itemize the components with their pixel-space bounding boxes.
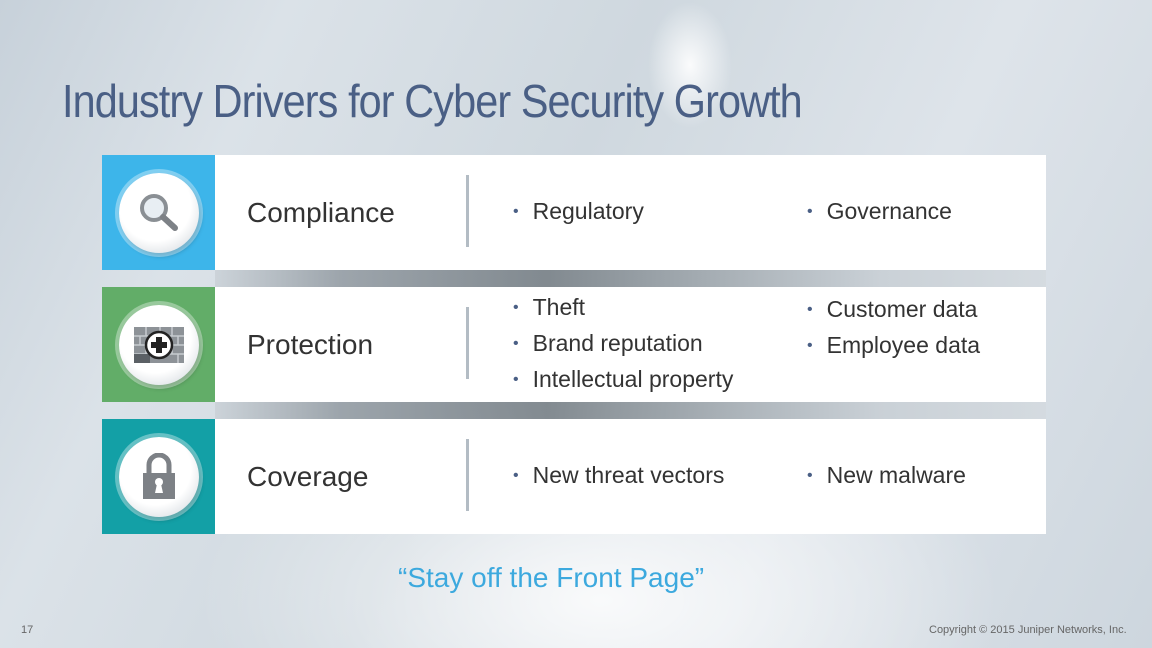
list-item: • Employee data (807, 331, 981, 358)
category-label: Compliance (247, 196, 395, 228)
page-number: 17 (21, 624, 34, 636)
driver-row-protection: Protection • Theft • Brand reputation • Int… (102, 287, 1046, 402)
driver-panel: Protection • Theft • Brand reputation • Int… (215, 287, 1046, 402)
driver-panel: Compliance • Regulatory • Governance (215, 155, 1046, 270)
list-item: • Intellectual property (513, 365, 734, 392)
divider (466, 175, 469, 247)
icon-tile-protection (102, 287, 215, 402)
list-item: • New threat vectors (513, 461, 725, 488)
divider (466, 439, 469, 511)
category-label: Coverage (247, 460, 369, 492)
list-item: • Customer data (807, 295, 978, 322)
tagline: “Stay off the Front Page” (398, 562, 705, 593)
list-item: • Regulatory (513, 197, 644, 224)
driver-list-primary: • Theft • Brand reputation • Intellectual p… (513, 291, 733, 399)
divider (466, 307, 469, 379)
row-separator (215, 402, 1046, 419)
category-label: Protection (247, 328, 374, 360)
driver-list-secondary: • New malware (807, 459, 966, 495)
driver-list-primary: • Regulatory (513, 195, 644, 231)
row-separator (215, 270, 1046, 287)
list-item: • Brand reputation (513, 329, 703, 356)
firewall-plus-icon (118, 304, 199, 385)
slide-title: Industry Drivers for Cyber Security Grow… (62, 75, 803, 127)
driver-panel: Coverage • New threat vectors • New malwar… (215, 419, 1046, 534)
driver-list-primary: • New threat vectors (513, 459, 724, 495)
driver-list-secondary: • Customer data • Employee data (807, 293, 980, 365)
list-item: • Theft (513, 293, 586, 320)
list-item: • Governance (807, 197, 952, 224)
copyright-notice: Copyright © 2015 Juniper Networks, Inc. (929, 624, 1127, 636)
icon-tile-coverage (102, 419, 215, 534)
list-item: • New malware (807, 461, 966, 488)
driver-list-secondary: • Governance (807, 195, 952, 231)
padlock-icon (118, 436, 199, 517)
magnifier-icon (118, 172, 199, 253)
icon-tile-compliance (102, 155, 215, 270)
driver-row-coverage: Coverage • New threat vectors • New malwar… (102, 419, 1046, 534)
driver-row-compliance: Compliance • Regulatory • Governance (102, 155, 1046, 270)
